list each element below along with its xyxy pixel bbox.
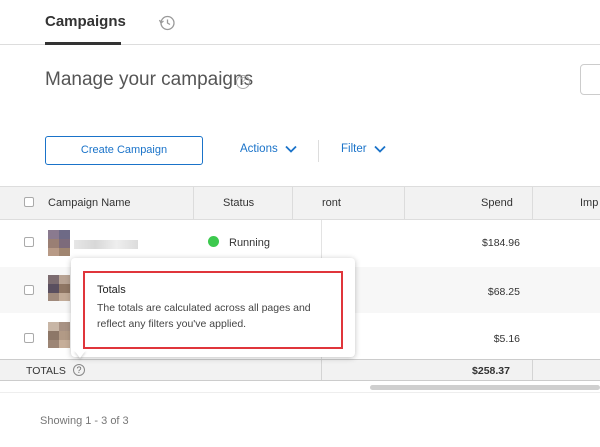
actions-dropdown[interactable]: Actions [240,143,297,155]
column-header-spend[interactable]: Spend [481,197,513,209]
column-header-impressions[interactable]: Imp [580,197,598,209]
column-divider [321,360,322,380]
status-text: Running [229,237,270,249]
status-running-icon [208,236,219,247]
chevron-down-icon [285,145,297,153]
select-all-checkbox[interactable] [24,197,34,207]
column-divider [404,187,405,219]
column-header-status[interactable]: Status [223,197,254,209]
filter-dropdown[interactable]: Filter [341,143,386,155]
campaign-thumbnail [48,322,70,348]
totals-help-icon[interactable]: ? [73,364,85,376]
tooltip-arrow [74,350,86,358]
column-divider [292,187,293,219]
campaign-thumbnail [48,230,70,256]
row-checkbox[interactable] [24,285,34,295]
totals-row: TOTALS ? $258.37 [0,359,600,381]
campaign-thumbnail [48,275,70,301]
page-title: Manage your campaigns [45,69,254,90]
chevron-down-icon [374,145,386,153]
active-tab-indicator [45,42,121,45]
campaign-name-redacted[interactable] [74,240,138,249]
history-icon[interactable] [158,14,176,32]
column-divider [532,187,533,219]
toolbar-divider [318,140,319,162]
tooltip-title: Totals [97,284,126,296]
spend-cell: $5.16 [493,333,520,345]
totals-label: TOTALS [26,365,66,377]
column-header-campaign-name[interactable]: Campaign Name [48,197,131,209]
help-circle-icon[interactable]: ? [236,75,250,89]
table-header: Campaign Name Status ront Spend Imp [0,186,600,220]
tab-campaigns[interactable]: Campaigns [45,13,126,30]
tooltip-body: The totals are calculated across all pag… [97,302,311,330]
spend-cell: $184.96 [482,237,520,249]
tab-bar: Campaigns [0,0,600,45]
pagination-status: Showing 1 - 3 of 3 [40,415,129,427]
actions-label: Actions [240,143,278,155]
totals-spend: $258.37 [472,365,510,377]
row-checkbox[interactable] [24,333,34,343]
spend-cell: $68.25 [487,286,520,298]
column-divider [193,187,194,219]
create-campaign-button[interactable]: Create Campaign [45,136,203,165]
column-header-partial[interactable]: ront [322,197,341,209]
column-divider [532,360,533,380]
scrollbar-thumb[interactable] [370,385,600,390]
top-right-control[interactable] [580,64,600,95]
filter-label: Filter [341,143,367,155]
row-checkbox[interactable] [24,237,34,247]
